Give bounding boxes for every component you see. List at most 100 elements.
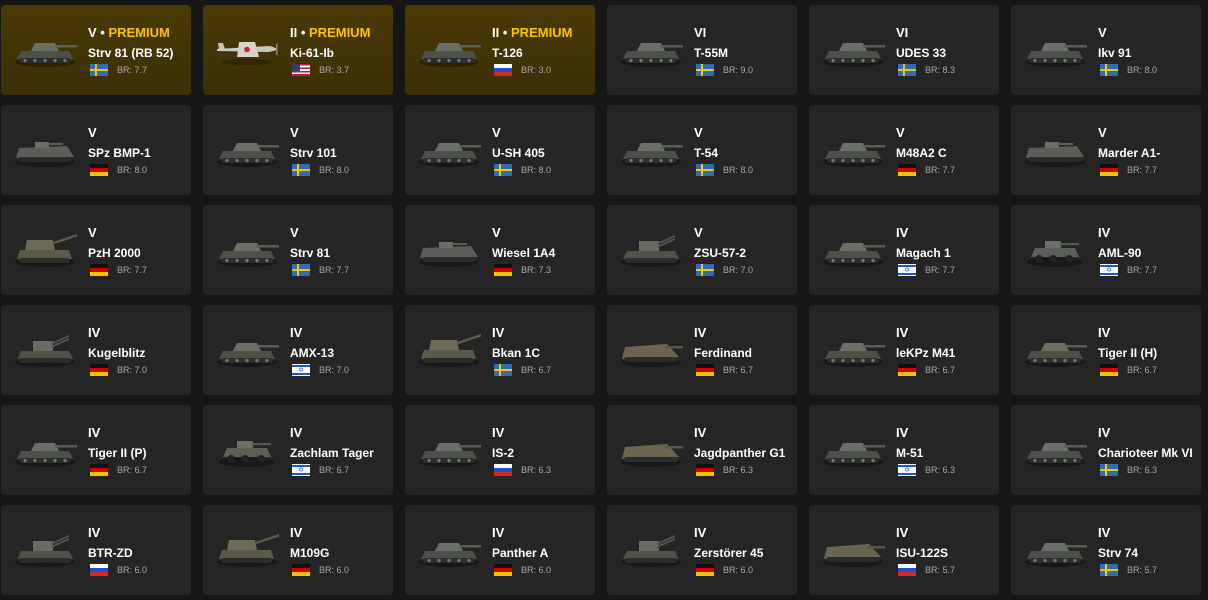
vehicle-name: IS-2 <box>492 446 515 460</box>
br-line: BR: 6.3 <box>1100 463 1157 477</box>
vehicle-card-jagdpanther-g1[interactable]: IV Jagdpanther G1 BR: 6.3 <box>607 405 797 495</box>
vehicle-name: Tiger II (H) <box>1098 346 1158 360</box>
vehicle-name: Strv 74 <box>1098 546 1139 560</box>
vehicle-card-bkan-1c[interactable]: IV Bkan 1C BR: 6.7 <box>405 305 595 395</box>
flag-russia-icon <box>90 564 108 576</box>
vehicle-name: Wiesel 1A4 <box>492 246 556 260</box>
vehicle-name: Magach 1 <box>896 246 951 260</box>
vehicle-card-ikv-91[interactable]: V Ikv 91 BR: 8.0 <box>1011 5 1201 95</box>
rank-line: V • PREMIUM <box>88 25 170 40</box>
tank-icon <box>11 429 79 469</box>
vehicle-card-ki-61-ib[interactable]: II • PREMIUM Ki-61-Ib BR: 3.7 <box>203 5 393 95</box>
rank-line: IV <box>896 225 908 240</box>
tank-icon <box>819 129 887 169</box>
flag-sweden-icon <box>898 64 916 76</box>
br-line: BR: 9.0 <box>696 63 753 77</box>
br-line: BR: 6.0 <box>494 563 551 577</box>
br-line: BR: 5.7 <box>1100 563 1157 577</box>
vehicle-card-is-2[interactable]: IV IS-2 BR: 6.3 <box>405 405 595 495</box>
vehicle-card-t-54[interactable]: V T-54 BR: 8.0 <box>607 105 797 195</box>
vehicle-card-t-126[interactable]: II • PREMIUM T-126 BR: 3.0 <box>405 5 595 95</box>
vehicle-card-lekpz-m41[interactable]: IV leKPz M41 BR: 6.7 <box>809 305 999 395</box>
vehicle-name: ZSU-57-2 <box>694 246 747 260</box>
flag-russia-icon <box>494 464 512 476</box>
rank-line: IV <box>88 425 100 440</box>
vehicle-card-charioteer-mk-vi[interactable]: IV Charioteer Mk VI BR: 6.3 <box>1011 405 1201 495</box>
vehicle-card-zachlam-tager[interactable]: IV Zachlam Tager BR: 6.7 <box>203 405 393 495</box>
spaa-icon <box>11 329 79 369</box>
vehicle-card-spz-bmp-1[interactable]: V SPz BMP-1 BR: 8.0 <box>1 105 191 195</box>
vehicle-card-btr-zd[interactable]: IV BTR-ZD BR: 6.0 <box>1 505 191 595</box>
vehicle-card-magach-1[interactable]: IV Magach 1 BR: 7.7 <box>809 205 999 295</box>
vehicle-card-aml-90[interactable]: IV AML-90 BR: 7.7 <box>1011 205 1201 295</box>
vehicle-card-isu-122s[interactable]: IV ISU-122S BR: 5.7 <box>809 505 999 595</box>
br-line: BR: 6.7 <box>494 363 551 377</box>
battle-rating: BR: 5.7 <box>1127 565 1158 575</box>
rank-line: V <box>1098 125 1107 140</box>
battle-rating: BR: 6.7 <box>521 365 552 375</box>
vehicle-rank: IV <box>492 425 505 440</box>
flag-sweden-icon <box>1100 564 1118 576</box>
rank-line: V <box>492 225 501 240</box>
vehicle-card-tiger-ii-h[interactable]: IV Tiger II (H) BR: 6.7 <box>1011 305 1201 395</box>
vehicle-card-zsu-57-2[interactable]: V ZSU-57-2 BR: 7.0 <box>607 205 797 295</box>
br-line: BR: 5.7 <box>898 563 955 577</box>
vehicle-card-wiesel-1a4[interactable]: V Wiesel 1A4 BR: 7.3 <box>405 205 595 295</box>
vehicle-card-kugelblitz[interactable]: IV Kugelblitz BR: 7.0 <box>1 305 191 395</box>
br-line: BR: 8.0 <box>1100 63 1157 77</box>
vehicle-card-marder-a1[interactable]: V Marder A1- BR: 7.7 <box>1011 105 1201 195</box>
flag-sweden-icon <box>1100 464 1118 476</box>
br-line: BR: 7.0 <box>90 363 147 377</box>
tank-destroyer-icon <box>617 329 685 369</box>
flag-sweden-icon <box>292 264 310 276</box>
vehicle-card-ferdinand[interactable]: IV Ferdinand BR: 6.7 <box>607 305 797 395</box>
vehicle-name: Ferdinand <box>694 346 753 360</box>
tank-icon <box>617 129 685 169</box>
battle-rating: BR: 7.7 <box>1127 165 1158 175</box>
vehicle-card-udes-33[interactable]: VI UDES 33 BR: 8.3 <box>809 5 999 95</box>
vehicle-name: M48A2 C <box>896 146 947 160</box>
br-line: BR: 7.7 <box>90 263 147 277</box>
vehicle-rank: IV <box>492 525 505 540</box>
vehicle-rank: IV <box>896 225 909 240</box>
vehicle-card-m48a2-c[interactable]: V M48A2 C BR: 7.7 <box>809 105 999 195</box>
vehicle-card-pzh-2000[interactable]: V PzH 2000 BR: 7.7 <box>1 205 191 295</box>
br-line: BR: 7.7 <box>292 263 349 277</box>
battle-rating: BR: 8.3 <box>925 65 956 75</box>
tank-icon <box>1021 29 1089 69</box>
vehicle-card-strv-101[interactable]: V Strv 101 BR: 8.0 <box>203 105 393 195</box>
flag-sweden-icon <box>696 264 714 276</box>
battle-rating: BR: 6.7 <box>925 365 956 375</box>
spg-icon <box>11 229 79 269</box>
vehicle-card-panther-a[interactable]: IV Panther A BR: 6.0 <box>405 505 595 595</box>
vehicle-rank: IV <box>896 325 909 340</box>
br-line: BR: 6.7 <box>292 463 349 477</box>
rank-line: IV <box>1098 425 1110 440</box>
vehicle-card-zerst-rer-45[interactable]: IV Zerstörer 45 BR: 6.0 <box>607 505 797 595</box>
vehicle-card-u-sh-405[interactable]: V U-SH 405 BR: 8.0 <box>405 105 595 195</box>
vehicle-card-tiger-ii-p[interactable]: IV Tiger II (P) BR: 6.7 <box>1 405 191 495</box>
vehicle-rank: IV <box>290 425 303 440</box>
tank-destroyer-icon <box>819 529 887 569</box>
battle-rating: BR: 6.3 <box>521 465 552 475</box>
battle-rating: BR: 6.7 <box>1127 365 1158 375</box>
br-line: BR: 6.0 <box>292 563 349 577</box>
vehicle-card-strv-81[interactable]: V Strv 81 BR: 7.7 <box>203 205 393 295</box>
vehicle-card-t-55m[interactable]: VI T-55M BR: 9.0 <box>607 5 797 95</box>
spg-icon <box>213 529 281 569</box>
vehicle-card-m109g[interactable]: IV M109G BR: 6.0 <box>203 505 393 595</box>
flag-germany-icon <box>696 364 714 376</box>
br-line: BR: 6.3 <box>898 463 955 477</box>
rank-line: II • PREMIUM <box>290 25 370 40</box>
flag-sweden-icon <box>90 64 108 76</box>
vehicle-card-m-51[interactable]: IV M-51 BR: 6.3 <box>809 405 999 495</box>
br-line: BR: 6.7 <box>696 363 753 377</box>
vehicle-card-strv-81-rb-52[interactable]: V • PREMIUM Strv 81 (RB 52) BR: 7.7 <box>1 5 191 95</box>
vehicle-rank: VI <box>896 25 909 40</box>
vehicle-name: leKPz M41 <box>896 346 956 360</box>
vehicle-card-amx-13[interactable]: IV AMX-13 BR: 7.0 <box>203 305 393 395</box>
battle-rating: BR: 8.0 <box>521 165 552 175</box>
premium-separator: • <box>96 25 109 40</box>
flag-germany-icon <box>90 264 108 276</box>
vehicle-card-strv-74[interactable]: IV Strv 74 BR: 5.7 <box>1011 505 1201 595</box>
